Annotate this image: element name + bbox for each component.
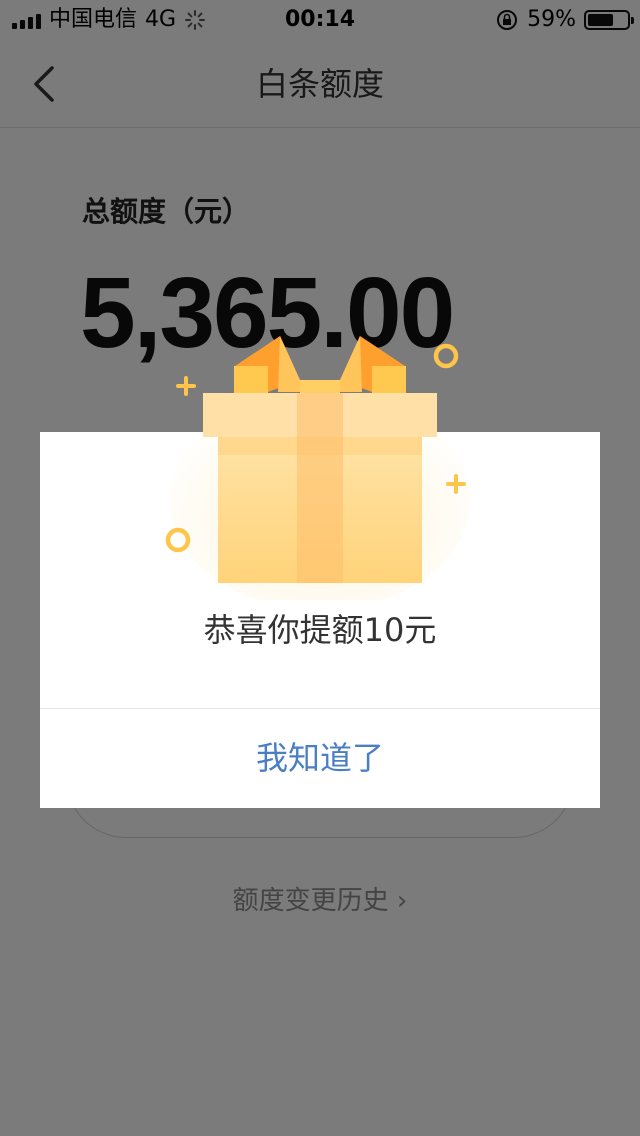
dialog-message: 恭喜你提额10元 bbox=[203, 611, 437, 649]
sparkle-plus-icon bbox=[176, 376, 196, 396]
sparkle-plus-icon bbox=[446, 474, 466, 494]
got-it-button[interactable]: 我知道了 bbox=[40, 709, 600, 808]
credit-limit-page: 中国电信 4G 00:14 59% bbox=[0, 0, 640, 1136]
sparkle-ring-icon bbox=[165, 527, 191, 553]
gift-box-icon bbox=[170, 336, 470, 600]
sparkle-ring-icon bbox=[433, 343, 459, 369]
